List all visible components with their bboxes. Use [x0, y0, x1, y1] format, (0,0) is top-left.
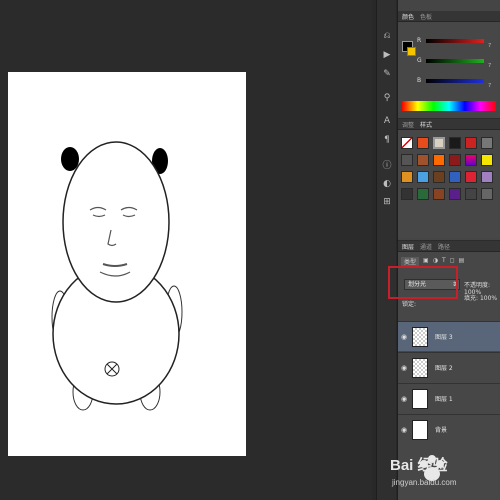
history-icon[interactable]: ⎌ [381, 30, 393, 42]
left-ear [61, 147, 79, 171]
opacity-label: 不透明度: [464, 282, 491, 289]
style-swatch[interactable] [465, 154, 477, 166]
background-color-swatch[interactable] [407, 47, 416, 56]
tab-paths[interactable]: 路径 [438, 242, 450, 251]
clone-icon[interactable]: ⚲ [381, 92, 393, 104]
baidu-jingyan-watermark: Bai 经验 jingyan.baidu.com [350, 452, 500, 500]
style-swatch[interactable] [449, 171, 461, 183]
tab-swatches[interactable]: 色板 [420, 12, 432, 21]
layer-row-background[interactable]: ◉ 背景 [398, 414, 500, 444]
style-swatch[interactable] [449, 137, 461, 149]
layer-row-2[interactable]: ◉ 图层 2 [398, 352, 500, 382]
style-swatch[interactable] [401, 171, 413, 183]
red-value[interactable]: 7 [488, 43, 491, 49]
style-swatch[interactable] [465, 137, 477, 149]
style-swatch[interactable] [433, 154, 445, 166]
layer-thumbnail [412, 357, 428, 378]
style-swatch[interactable] [433, 188, 445, 200]
tab-layers[interactable]: 图层 [402, 242, 414, 251]
style-swatch[interactable] [417, 154, 429, 166]
smart-filter-icon[interactable]: ▤ [459, 257, 465, 267]
visibility-eye-icon[interactable]: ◉ [399, 426, 409, 434]
brush-icon[interactable]: ✎ [381, 68, 393, 80]
red-slider[interactable]: R 7 [417, 37, 497, 49]
green-label: G [417, 57, 422, 64]
layer-thumbnail [412, 388, 428, 409]
visibility-eye-icon[interactable]: ◉ [399, 395, 409, 403]
color-panel-tabs: 颜色 色板 [398, 11, 500, 22]
green-slider[interactable]: G 7 [417, 57, 497, 69]
style-swatch[interactable] [465, 171, 477, 183]
layer-name: 图层 1 [435, 396, 453, 403]
styles-panel-tabs: 调整 样式 [398, 119, 500, 130]
blue-slider-bar[interactable] [426, 79, 484, 83]
style-swatch[interactable] [481, 171, 493, 183]
fill-control[interactable]: 填充: 100% [464, 293, 497, 302]
navigator-icon[interactable]: ⊞ [381, 196, 393, 208]
visibility-eye-icon[interactable]: ◉ [399, 364, 409, 372]
character-icon[interactable]: A [381, 115, 393, 127]
panda-drawing [51, 141, 183, 411]
styles-panel: 调整 样式 [398, 118, 500, 238]
canvas-workspace[interactable] [0, 0, 372, 500]
style-swatch[interactable] [481, 188, 493, 200]
adjust-icon[interactable]: ◐ [381, 178, 393, 190]
style-swatch[interactable] [433, 171, 445, 183]
style-swatch[interactable] [449, 154, 461, 166]
color-spectrum-ramp[interactable] [402, 101, 496, 111]
layer-name: 背景 [435, 427, 448, 434]
fill-label: 填充: [464, 295, 479, 302]
style-swatch[interactable] [433, 137, 445, 149]
red-label: R [417, 37, 422, 44]
blue-slider[interactable]: B 7 [417, 77, 497, 89]
layer-row-1[interactable]: ◉ 图层 1 [398, 383, 500, 413]
info-icon[interactable]: ⓘ [381, 160, 393, 172]
visibility-eye-icon[interactable]: ◉ [399, 333, 409, 341]
style-swatch[interactable] [481, 154, 493, 166]
actions-icon[interactable]: ▶ [381, 49, 393, 61]
style-swatch[interactable] [417, 188, 429, 200]
watermark-url: jingyan.baidu.com [392, 478, 457, 487]
highlight-annotation-box [388, 266, 458, 299]
layer-thumbnail [412, 326, 428, 347]
tab-adjustments[interactable]: 调整 [402, 120, 414, 129]
panel-icon-strip: ⎌ ▶ ✎ ⚲ A ¶ ⓘ ◐ ⊞ [376, 0, 396, 500]
layer-name: 图层 2 [435, 365, 453, 372]
layer-thumbnail [412, 419, 428, 440]
tab-styles[interactable]: 样式 [420, 120, 432, 129]
lock-label: 锁定: [402, 301, 417, 308]
blue-value[interactable]: 7 [488, 83, 491, 89]
fill-value[interactable]: 100% [480, 295, 497, 302]
style-swatch[interactable] [481, 137, 493, 149]
green-slider-bar[interactable] [426, 59, 484, 63]
style-swatch[interactable] [417, 137, 429, 149]
red-slider-bar[interactable] [426, 39, 484, 43]
right-panels: 颜色 色板 R 7 G 7 B 7 调整 样式 图层 通道 路径 类型 ▣ ◑ … [388, 0, 500, 500]
watermark-brand: Bai 经验 [390, 457, 448, 474]
blue-label: B [417, 77, 422, 84]
style-swatch[interactable] [401, 188, 413, 200]
tab-color[interactable]: 颜色 [402, 12, 414, 21]
layers-panel-tabs: 图层 通道 路径 [398, 241, 500, 252]
tab-channels[interactable]: 通道 [420, 242, 432, 251]
style-swatch[interactable] [449, 188, 461, 200]
green-value[interactable]: 7 [488, 63, 491, 69]
panda-head [62, 141, 170, 303]
paragraph-icon[interactable]: ¶ [381, 134, 393, 146]
style-swatch-grid [401, 137, 498, 200]
style-swatch[interactable] [417, 171, 429, 183]
document-canvas[interactable] [8, 72, 246, 456]
color-panel: 颜色 色板 R 7 G 7 B 7 [398, 11, 500, 111]
layer-row-3[interactable]: ◉ 图层 3 [398, 321, 500, 351]
style-swatch[interactable] [401, 154, 413, 166]
layer-name: 图层 3 [435, 334, 453, 341]
style-swatch[interactable] [465, 188, 477, 200]
style-swatch[interactable] [401, 137, 413, 149]
